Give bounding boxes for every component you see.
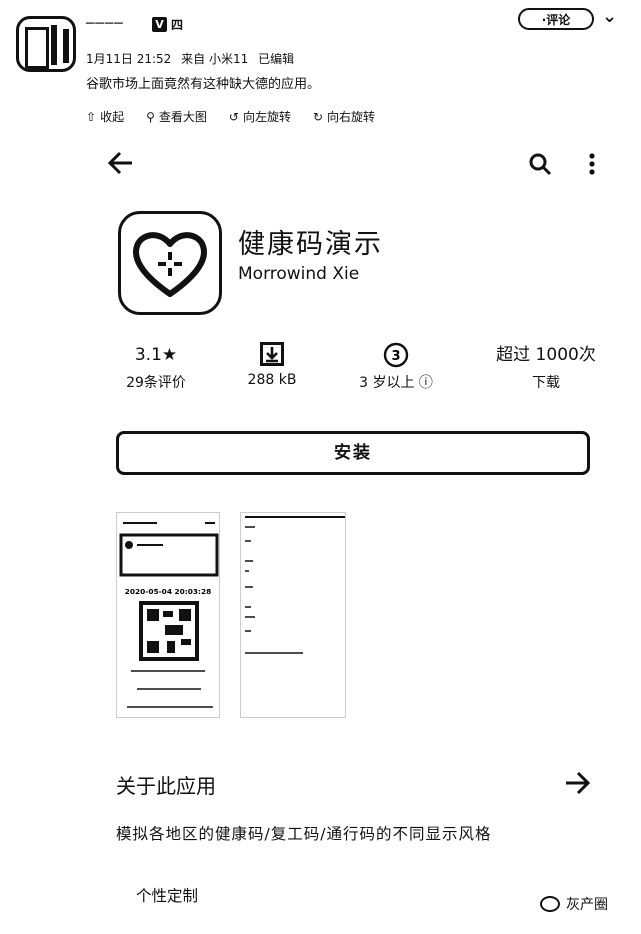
search-icon: ⚲: [146, 109, 155, 124]
post-source[interactable]: 来自 小米11: [181, 52, 248, 66]
post-status: 已编辑: [258, 52, 295, 66]
post-text: 谷歌市场上面竟然有这种缺大德的应用。: [86, 77, 321, 92]
username[interactable]: ────: [86, 16, 124, 32]
age-rating-icon: 3: [383, 342, 409, 368]
rotate-right-icon: ↻: [312, 109, 324, 124]
more-vert-icon[interactable]: [586, 152, 598, 176]
developer-link[interactable]: Morrowind Xie: [238, 264, 359, 284]
download-icon: [260, 342, 284, 366]
tag-chip[interactable]: 个性定制: [136, 884, 198, 906]
rating-stat[interactable]: 3.1★ 29条评价: [96, 342, 216, 392]
level-badge: 四: [171, 18, 184, 32]
back-arrow-icon[interactable]: [108, 150, 134, 176]
view-large-button[interactable]: ⚲ 查看大图: [146, 108, 207, 125]
arrow-forward-icon[interactable]: [564, 770, 590, 796]
size-stat: 288 kB: [212, 342, 332, 388]
verified-badge: V: [152, 17, 167, 32]
svg-text:2020-05-04 20:03:28: 2020-05-04 20:03:28: [125, 587, 212, 596]
avatar[interactable]: [16, 16, 76, 72]
about-section-title[interactable]: 关于此应用: [116, 770, 216, 799]
rotate-left-icon: ↺: [228, 109, 239, 124]
search-icon[interactable]: [528, 152, 552, 176]
downloads-stat: 超过 1000次 下载: [496, 345, 596, 391]
app-title: 健康码演示: [238, 229, 383, 260]
app-description: 模拟各地区的健康码/复工码/通行码的不同显示风格: [116, 825, 492, 843]
collapse-button[interactable]: ⇧ 收起: [86, 108, 124, 125]
rotate-left-button[interactable]: ↺ 向左旋转: [229, 108, 291, 125]
collapse-icon: ⇧: [86, 109, 97, 124]
app-screenshot-1[interactable]: 2020-05-04 20:03:28: [116, 512, 220, 718]
post-meta: 1月11日 21:52 来自 小米11 已编辑: [86, 50, 300, 67]
heart-crosshair-icon: [118, 211, 222, 315]
age-rating-stat[interactable]: 3 3 岁以上 ⓘ: [336, 342, 456, 392]
watermark: 灰产圈: [540, 894, 608, 914]
info-icon[interactable]: ⓘ: [419, 375, 433, 391]
chevron-down-icon[interactable]: ⌄: [602, 6, 617, 27]
app-screenshot-2[interactable]: [240, 512, 346, 718]
post-date: 1月11日 21:52: [86, 52, 172, 66]
install-button[interactable]: 安装: [116, 431, 590, 475]
rotate-right-button[interactable]: ↻ 向右旋转: [313, 108, 375, 125]
image-actions: ⇧ 收起 ⚲ 查看大图 ↺ 向左旋转 ↻ 向右旋转: [86, 108, 375, 125]
wechat-icon: [540, 896, 560, 912]
svg-text:3: 3: [391, 349, 400, 364]
follow-button[interactable]: ·评论: [518, 8, 594, 30]
